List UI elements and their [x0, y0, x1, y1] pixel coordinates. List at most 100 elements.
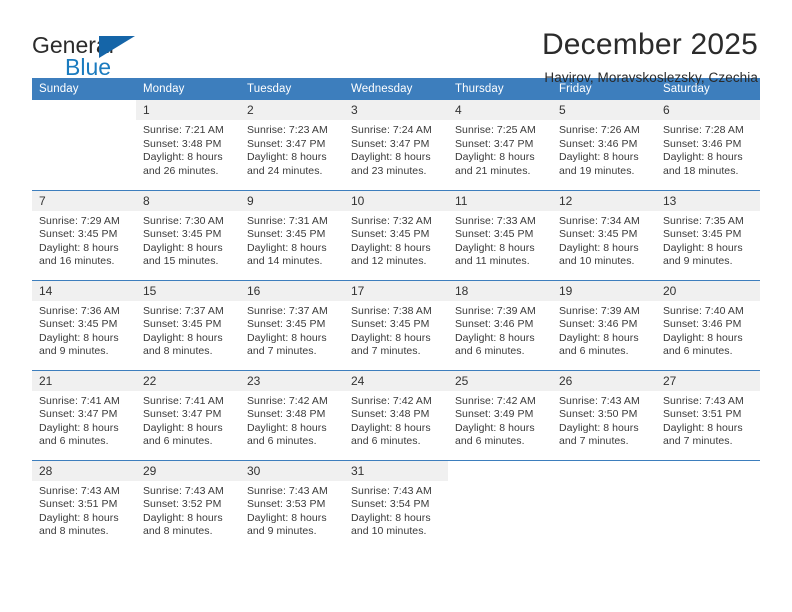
- brand-logo[interactable]: General Blue: [32, 28, 222, 82]
- daylight-duration-line2: and 6 minutes.: [455, 435, 525, 448]
- day-details: Sunrise: 7:43 AM Sunset: 3:53 PM Daylight:…: [240, 481, 344, 539]
- day-cell-30[interactable]: 30 Sunrise: 7:43 AM Sunset: 3:53 PM Dayligh…: [240, 459, 344, 550]
- day-details: Sunrise: 7:35 AM Sunset: 3:45 PM Daylight:…: [656, 211, 760, 269]
- weekday-header-wednesday: Wednesday: [344, 78, 448, 100]
- daylight-duration-line1: Daylight: 8 hours: [663, 421, 743, 434]
- day-cell-21[interactable]: 21 Sunrise: 7:41 AM Sunset: 3:47 PM Dayligh…: [32, 369, 136, 460]
- daylight-duration-line1: Daylight: 8 hours: [455, 151, 535, 164]
- daylight-duration-line1: Daylight: 8 hours: [351, 151, 431, 164]
- day-cell-22[interactable]: 22 Sunrise: 7:41 AM Sunset: 3:47 PM Dayligh…: [136, 369, 240, 460]
- day-number: 18: [448, 280, 552, 301]
- day-details: Sunrise: 7:23 AM Sunset: 3:47 PM Daylight:…: [240, 120, 344, 178]
- daylight-duration-line2: and 8 minutes.: [39, 525, 109, 538]
- sunrise-time: Sunrise: 7:39 AM: [559, 304, 640, 317]
- title-block: December 2025 Havirov, Moravskoslezsky, …: [542, 28, 758, 87]
- daylight-duration-line2: and 6 minutes.: [559, 345, 629, 358]
- sunset-time: Sunset: 3:46 PM: [559, 318, 638, 331]
- day-number: 17: [344, 280, 448, 301]
- day-number: [552, 461, 656, 481]
- daylight-duration-line1: Daylight: 8 hours: [39, 241, 119, 254]
- daylight-duration-line2: and 7 minutes.: [663, 435, 733, 448]
- day-cell-8[interactable]: 8 Sunrise: 7:30 AM Sunset: 3:45 PM Daylight…: [136, 189, 240, 280]
- day-cell-19[interactable]: 19 Sunrise: 7:39 AM Sunset: 3:46 PM Dayligh…: [552, 279, 656, 370]
- day-cell-27[interactable]: 27 Sunrise: 7:43 AM Sunset: 3:51 PM Dayligh…: [656, 369, 760, 460]
- day-cell-empty: [32, 100, 136, 190]
- day-cell-7[interactable]: 7 Sunrise: 7:29 AM Sunset: 3:45 PM Daylight…: [32, 189, 136, 280]
- page-header: General Blue December 2025 Havirov, Mora…: [0, 0, 792, 85]
- daylight-duration-line1: Daylight: 8 hours: [247, 151, 327, 164]
- day-cell-15[interactable]: 15 Sunrise: 7:37 AM Sunset: 3:45 PM Dayligh…: [136, 279, 240, 370]
- daylight-duration-line2: and 7 minutes.: [559, 435, 629, 448]
- day-cell-2[interactable]: 2 Sunrise: 7:23 AM Sunset: 3:47 PM Daylight…: [240, 100, 344, 190]
- day-cell-10[interactable]: 10 Sunrise: 7:32 AM Sunset: 3:45 PM Dayligh…: [344, 189, 448, 280]
- day-details: Sunrise: 7:43 AM Sunset: 3:52 PM Daylight:…: [136, 481, 240, 539]
- daylight-duration-line2: and 10 minutes.: [559, 255, 635, 268]
- day-cell-9[interactable]: 9 Sunrise: 7:31 AM Sunset: 3:45 PM Daylight…: [240, 189, 344, 280]
- day-details: Sunrise: 7:37 AM Sunset: 3:45 PM Daylight:…: [240, 301, 344, 359]
- day-cell-28[interactable]: 28 Sunrise: 7:43 AM Sunset: 3:51 PM Dayligh…: [32, 459, 136, 550]
- day-cell-20[interactable]: 20 Sunrise: 7:40 AM Sunset: 3:46 PM Dayligh…: [656, 279, 760, 370]
- day-cell-24[interactable]: 24 Sunrise: 7:42 AM Sunset: 3:48 PM Dayligh…: [344, 369, 448, 460]
- day-cell-31[interactable]: 31 Sunrise: 7:43 AM Sunset: 3:54 PM Dayligh…: [344, 459, 448, 550]
- sunrise-time: Sunrise: 7:35 AM: [663, 214, 744, 227]
- daylight-duration-line2: and 24 minutes.: [247, 164, 323, 177]
- day-number: 19: [552, 280, 656, 301]
- day-number: 9: [240, 190, 344, 211]
- day-details: Sunrise: 7:43 AM Sunset: 3:51 PM Daylight:…: [32, 481, 136, 539]
- sunset-time: Sunset: 3:48 PM: [351, 408, 430, 421]
- day-cell-empty: [552, 459, 656, 550]
- day-cell-14[interactable]: 14 Sunrise: 7:36 AM Sunset: 3:45 PM Dayligh…: [32, 279, 136, 370]
- day-cell-25[interactable]: 25 Sunrise: 7:42 AM Sunset: 3:49 PM Dayligh…: [448, 369, 552, 460]
- day-cell-13[interactable]: 13 Sunrise: 7:35 AM Sunset: 3:45 PM Dayligh…: [656, 189, 760, 280]
- day-cell-29[interactable]: 29 Sunrise: 7:43 AM Sunset: 3:52 PM Dayligh…: [136, 459, 240, 550]
- sunset-time: Sunset: 3:49 PM: [455, 408, 534, 421]
- sunrise-time: Sunrise: 7:43 AM: [39, 484, 120, 497]
- day-cell-11[interactable]: 11 Sunrise: 7:33 AM Sunset: 3:45 PM Dayligh…: [448, 189, 552, 280]
- day-details: Sunrise: 7:25 AM Sunset: 3:47 PM Daylight:…: [448, 120, 552, 178]
- daylight-duration-line1: Daylight: 8 hours: [247, 511, 327, 524]
- daylight-duration-line2: and 19 minutes.: [559, 164, 635, 177]
- day-number: [448, 461, 552, 481]
- day-number: 30: [240, 460, 344, 481]
- day-details: Sunrise: 7:36 AM Sunset: 3:45 PM Daylight:…: [32, 301, 136, 359]
- day-details: Sunrise: 7:21 AM Sunset: 3:48 PM Daylight:…: [136, 120, 240, 178]
- sunset-time: Sunset: 3:45 PM: [143, 318, 222, 331]
- sunrise-time: Sunrise: 7:28 AM: [663, 124, 744, 136]
- day-cell-12[interactable]: 12 Sunrise: 7:34 AM Sunset: 3:45 PM Dayligh…: [552, 189, 656, 280]
- calendar-week-row: 7 Sunrise: 7:29 AM Sunset: 3:45 PM Daylight…: [32, 189, 760, 280]
- daylight-duration-line2: and 15 minutes.: [143, 255, 219, 268]
- day-number: [656, 461, 760, 481]
- day-number: 14: [32, 280, 136, 301]
- day-cell-5[interactable]: 5 Sunrise: 7:26 AM Sunset: 3:46 PM Daylight…: [552, 100, 656, 190]
- day-details: Sunrise: 7:28 AM Sunset: 3:46 PM Daylight:…: [656, 120, 760, 178]
- daylight-duration-line2: and 9 minutes.: [247, 525, 317, 538]
- day-cell-16[interactable]: 16 Sunrise: 7:37 AM Sunset: 3:45 PM Dayligh…: [240, 279, 344, 370]
- day-cell-6[interactable]: 6 Sunrise: 7:28 AM Sunset: 3:46 PM Daylight…: [656, 100, 760, 190]
- day-cell-23[interactable]: 23 Sunrise: 7:42 AM Sunset: 3:48 PM Dayligh…: [240, 369, 344, 460]
- daylight-duration-line2: and 8 minutes.: [143, 525, 213, 538]
- day-cell-1[interactable]: 1 Sunrise: 7:21 AM Sunset: 3:48 PM Daylight…: [136, 100, 240, 190]
- day-number: 6: [656, 100, 760, 120]
- sunset-time: Sunset: 3:45 PM: [247, 318, 326, 331]
- day-details: Sunrise: 7:39 AM Sunset: 3:46 PM Daylight:…: [448, 301, 552, 359]
- day-cell-18[interactable]: 18 Sunrise: 7:39 AM Sunset: 3:46 PM Dayligh…: [448, 279, 552, 370]
- day-details: Sunrise: 7:29 AM Sunset: 3:45 PM Daylight:…: [32, 211, 136, 269]
- daylight-duration-line1: Daylight: 8 hours: [663, 241, 743, 254]
- daylight-duration-line1: Daylight: 8 hours: [455, 331, 535, 344]
- daylight-duration-line2: and 7 minutes.: [351, 345, 421, 358]
- sunset-time: Sunset: 3:47 PM: [143, 408, 222, 421]
- sunset-time: Sunset: 3:48 PM: [247, 408, 326, 421]
- daylight-duration-line2: and 23 minutes.: [351, 164, 427, 177]
- day-number: 20: [656, 280, 760, 301]
- day-number: 27: [656, 370, 760, 391]
- sunrise-time: Sunrise: 7:33 AM: [455, 214, 536, 227]
- sunset-time: Sunset: 3:45 PM: [351, 318, 430, 331]
- day-cell-4[interactable]: 4 Sunrise: 7:25 AM Sunset: 3:47 PM Daylight…: [448, 100, 552, 190]
- day-number: 26: [552, 370, 656, 391]
- day-cell-17[interactable]: 17 Sunrise: 7:38 AM Sunset: 3:45 PM Dayligh…: [344, 279, 448, 370]
- daylight-duration-line1: Daylight: 8 hours: [247, 241, 327, 254]
- daylight-duration-line1: Daylight: 8 hours: [247, 331, 327, 344]
- day-cell-26[interactable]: 26 Sunrise: 7:43 AM Sunset: 3:50 PM Dayligh…: [552, 369, 656, 460]
- daylight-duration-line2: and 18 minutes.: [663, 164, 739, 177]
- day-cell-3[interactable]: 3 Sunrise: 7:24 AM Sunset: 3:47 PM Daylight…: [344, 100, 448, 190]
